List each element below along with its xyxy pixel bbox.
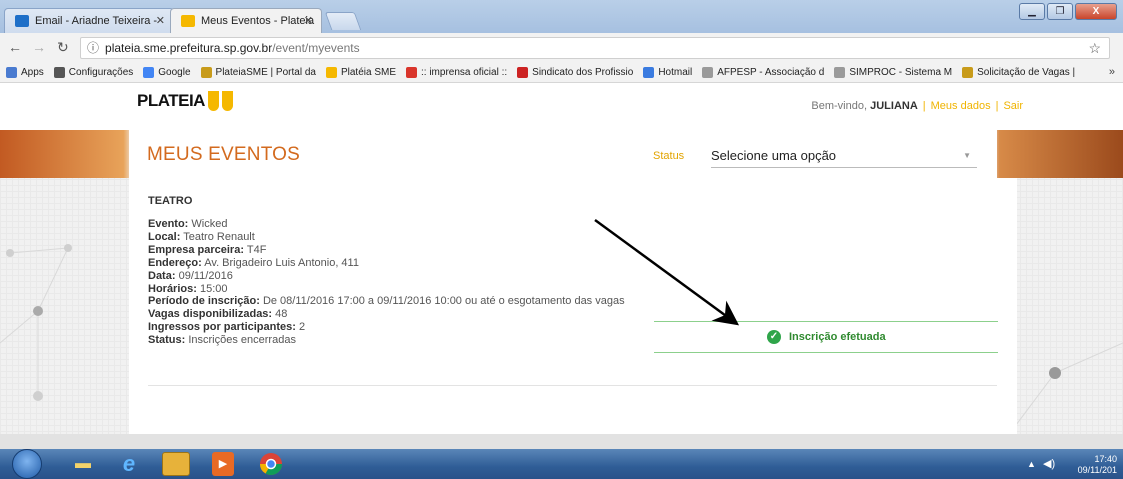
bookmark-item[interactable]: Hotmail [643, 67, 692, 78]
gear-icon [53, 67, 65, 78]
bookmark-label: Hotmail [658, 67, 693, 78]
minimize-button[interactable]: ▁ [1019, 3, 1045, 20]
bookmark-label: Platéia SME [340, 67, 396, 78]
bookmark-label: PlateiaSME | Portal da [215, 67, 316, 78]
close-tab-icon[interactable]: ✕ [156, 9, 165, 33]
forward-icon[interactable]: → [32, 39, 46, 55]
bookmark-label: AFPESP - Associação d [717, 67, 825, 78]
outlook-icon [15, 15, 29, 27]
new-tab-button[interactable] [324, 12, 362, 30]
page-viewport: PLATEIA Bem-vindo, JULIANA | Meus dados | Sa… [0, 83, 1123, 434]
bookmark-label: Google [158, 67, 191, 78]
clock-date: 09/11/201 [1077, 465, 1117, 475]
maximize-button[interactable]: ❐ [1047, 3, 1073, 20]
clock-time: 17:40 [1094, 454, 1117, 464]
page-icon [702, 67, 714, 78]
back-icon[interactable]: ← [8, 39, 22, 55]
bookmark-item[interactable]: Sindicato dos Profissio [517, 67, 633, 78]
system-tray: ▲ ◀) 17:40 09/11/201 [1013, 449, 1123, 479]
bookmark-item[interactable]: SIMPROC - Sistema M [834, 67, 952, 78]
sindicato-icon [517, 67, 529, 78]
sme-icon [962, 67, 974, 78]
bookmark-label: SIMPROC - Sistema M [849, 67, 953, 78]
bookmark-star-icon[interactable]: ☆ [1088, 38, 1101, 58]
bookmark-item[interactable]: Apps [6, 67, 44, 78]
url-host: plateia.sme.prefeitura.sp.gov.br [105, 41, 273, 55]
bookmark-item[interactable]: Solicitação de Vagas | [962, 67, 1075, 78]
tab-label: Meus Eventos - Plateia [201, 15, 315, 27]
bookmarks-bar: Apps Configurações Google PlateiaSME | Port… [0, 63, 1123, 83]
more-bookmarks-icon[interactable]: » [1109, 66, 1115, 78]
bookmark-item[interactable]: Platéia SME [325, 67, 396, 78]
bookmark-item[interactable]: PlateiaSME | Portal da [200, 67, 316, 78]
reload-icon[interactable]: ↻ [57, 39, 69, 56]
page-icon [834, 67, 846, 78]
volume-icon[interactable]: ◀) [1043, 457, 1055, 470]
bookmark-item[interactable]: :: imprensa oficial :: [406, 67, 507, 78]
bookmark-item[interactable]: AFPESP - Associação d [702, 67, 824, 78]
explorer-icon[interactable]: ▬ [66, 452, 100, 476]
bookmark-label: Configurações [68, 67, 134, 78]
bookmark-item[interactable]: Google [143, 67, 191, 78]
close-tab-icon[interactable]: ✕ [304, 9, 313, 33]
media-icon[interactable]: ▶ [212, 452, 234, 476]
browser-toolbar: ← → ↻ ⓘ plateia.sme.prefeitura.sp.gov.br/… [0, 33, 1123, 63]
hotmail-icon [643, 67, 655, 78]
tray-up-icon[interactable]: ▲ [1027, 459, 1036, 469]
ie-icon[interactable]: e [112, 452, 146, 476]
bookmark-label: Sindicato dos Profissio [532, 67, 634, 78]
sme-icon [200, 67, 212, 78]
outlook-icon[interactable] [162, 452, 190, 476]
tab-strip: Email - Ariadne Teixeira - ✕ Meus Evento… [0, 0, 1123, 33]
url-path: /event/myevents [272, 41, 360, 55]
info-icon[interactable]: ⓘ [87, 41, 99, 55]
apps-icon [6, 67, 17, 78]
bookmark-item[interactable]: Configurações [53, 67, 134, 78]
tab-meus-eventos[interactable]: Meus Eventos - Plateia ✕ [170, 8, 322, 33]
close-window-button[interactable]: X [1075, 3, 1117, 20]
io-icon [406, 67, 417, 78]
tab-label: Email - Ariadne Teixeira - [35, 15, 158, 27]
address-bar[interactable]: ⓘ plateia.sme.prefeitura.sp.gov.br/event/… [80, 37, 1110, 59]
annotation-arrow [594, 218, 740, 326]
taskbar: ▬ e ▶ ▲ ◀) 17:40 09/11/201 [0, 449, 1123, 479]
google-icon [143, 67, 155, 78]
bookmark-label: :: imprensa oficial :: [421, 67, 508, 78]
start-button[interactable] [12, 449, 42, 479]
chrome-icon[interactable] [254, 452, 288, 476]
clock[interactable]: 17:40 09/11/201 [1078, 454, 1117, 476]
plateia-icon [325, 67, 337, 78]
plateia-icon [181, 15, 195, 27]
bookmark-label: Apps [21, 67, 44, 78]
bookmark-label: Solicitação de Vagas | [977, 67, 1076, 78]
page-bottom-strip [0, 434, 1123, 449]
tab-email[interactable]: Email - Ariadne Teixeira - ✕ [4, 8, 174, 33]
